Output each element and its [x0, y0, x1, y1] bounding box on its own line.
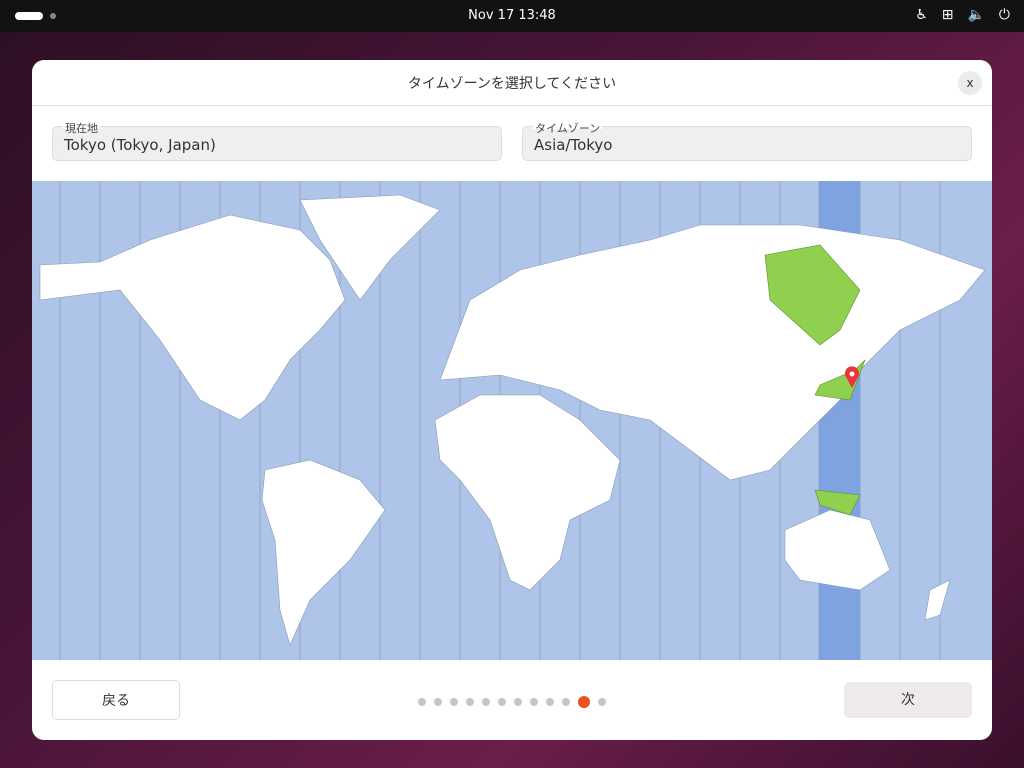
progress-dot — [546, 698, 554, 706]
location-value: Tokyo (Tokyo, Japan) — [64, 136, 216, 154]
new-zealand — [925, 580, 950, 620]
progress-dot — [434, 698, 442, 706]
back-button[interactable]: 戻る — [52, 680, 180, 720]
progress-dot — [450, 698, 458, 706]
power-icon[interactable]: ⏻ — [999, 7, 1010, 23]
north-america — [40, 215, 345, 420]
clock[interactable]: Nov 17 13:48 — [0, 8, 1024, 23]
top-bar: Nov 17 13:48 ♿ ⊞ 🔈 ⏻ — [0, 0, 1024, 32]
south-america — [262, 460, 385, 645]
progress-dot — [482, 698, 490, 706]
accessibility-icon[interactable]: ♿ — [915, 7, 928, 23]
progress-dot — [418, 698, 426, 706]
progress-dot — [466, 698, 474, 706]
progress-dot — [562, 698, 570, 706]
dialog-title: タイムゾーンを選択してください — [32, 60, 992, 106]
next-button[interactable]: 次 — [844, 682, 972, 718]
progress-dot — [598, 698, 606, 706]
progress-dot — [530, 698, 538, 706]
progress-dots — [418, 696, 606, 708]
location-label: 現在地 — [63, 120, 100, 136]
progress-dot — [514, 698, 522, 706]
timezone-dialog: タイムゾーンを選択してください x 現在地 Tokyo (Tokyo, Japa… — [32, 60, 992, 740]
progress-dot-active — [578, 696, 590, 708]
location-field[interactable]: 現在地 Tokyo (Tokyo, Japan) — [52, 126, 502, 161]
timezone-label: タイムゾーン — [533, 120, 602, 136]
progress-dot — [498, 698, 506, 706]
network-icon[interactable]: ⊞ — [942, 7, 954, 23]
africa — [435, 395, 620, 590]
timezone-value: Asia/Tokyo — [534, 136, 613, 154]
australia — [785, 510, 890, 590]
timezone-map[interactable] — [32, 181, 992, 660]
timezone-field[interactable]: タイムゾーン Asia/Tokyo — [522, 126, 972, 161]
close-button[interactable]: x — [958, 71, 982, 95]
volume-icon[interactable]: 🔈 — [967, 7, 984, 23]
